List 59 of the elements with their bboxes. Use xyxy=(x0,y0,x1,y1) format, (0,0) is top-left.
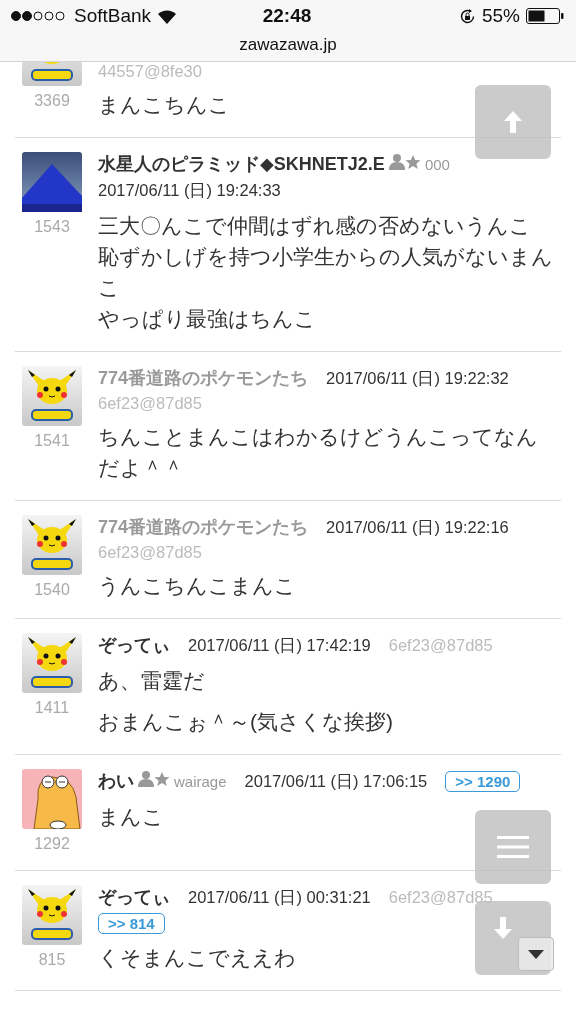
post-number[interactable]: 1541 xyxy=(34,432,70,450)
battery-icon xyxy=(526,8,564,24)
character-avatar xyxy=(22,633,82,693)
poster-name: ぞってぃ xyxy=(98,886,170,909)
post-number[interactable]: 1543 xyxy=(34,218,70,236)
user-handle: 000 xyxy=(424,156,450,173)
poster-name: 774番道路のポケモンたち xyxy=(98,367,309,390)
user-handle: wairage xyxy=(174,773,227,790)
caret-icon xyxy=(528,949,544,959)
cartoon-avatar xyxy=(22,769,82,829)
character-avatar xyxy=(22,885,82,945)
poster-id: 6ef23@87d85 xyxy=(98,394,202,413)
poster-name: わい xyxy=(98,770,134,793)
menu-icon xyxy=(497,836,529,858)
post-text: ちんことまんこはわかるけどうんこってなんだよ＾＾ xyxy=(98,424,539,481)
arrow-up-icon xyxy=(504,111,522,133)
dropdown-button[interactable] xyxy=(518,937,554,971)
poster-id: 6ef23@87d85 xyxy=(98,543,202,562)
post-number[interactable]: 1292 xyxy=(34,835,70,853)
signal-icon xyxy=(10,10,68,22)
post-text: おまんこぉ＾～(気さくな挨拶) xyxy=(98,709,393,735)
post-text: まんこ xyxy=(98,804,164,830)
reply-link[interactable]: >> 814 xyxy=(98,913,165,934)
poster-id: 6ef23@87d85 xyxy=(388,636,493,655)
character-avatar xyxy=(22,366,82,426)
wifi-icon xyxy=(157,8,178,24)
arrow-down-icon xyxy=(494,917,512,939)
rotation-lock-icon xyxy=(459,7,476,25)
poster-name: 774番道路のポケモンたち xyxy=(98,516,309,539)
reply-link[interactable]: >> 1290 xyxy=(445,771,521,792)
post-text: やっぱり最強はちんこ xyxy=(98,306,316,332)
post-text: うんこちんこまんこ xyxy=(98,573,296,599)
poster-name: 水星人のピラミッド◆SKHNETJ2.E xyxy=(98,153,385,176)
post-date: 2017/06/11 (日) 19:22:16 xyxy=(326,517,509,538)
post-date: 2017/06/11 (日) 00:31:21 xyxy=(188,887,371,908)
menu-button[interactable] xyxy=(475,810,551,884)
address-bar-url[interactable]: zawazawa.jp xyxy=(0,32,576,58)
post-text: 恥ずかしげを持つ小学生からの人気がないまんこ xyxy=(98,244,554,301)
battery-percent: 55% xyxy=(482,5,520,27)
post-text: 三大〇んこで仲間はずれ感の否めないうんこ xyxy=(98,213,531,239)
photo-placeholder xyxy=(22,152,82,212)
poster-id: 44557@8fe30 xyxy=(98,62,202,81)
poster-id: 6ef23@87d85 xyxy=(388,888,493,907)
post-date: 2017/06/11 (日) 19:22:32 xyxy=(326,368,509,389)
scroll-up-button[interactable] xyxy=(475,85,551,159)
post-date: 2017/06/11 (日) 17:06:15 xyxy=(244,771,428,792)
post-text: まんこちんこ xyxy=(98,92,230,118)
clock-time: 22:48 xyxy=(262,5,312,27)
post-date: 2017/06/11 (日) 19:24:33 xyxy=(98,180,281,201)
poster-name: ぞってぃ xyxy=(98,634,170,657)
post-number[interactable]: 3369 xyxy=(34,92,70,110)
post-text: くそまんこでええわ xyxy=(98,945,296,971)
post-number[interactable]: 1540 xyxy=(34,581,70,599)
character-avatar xyxy=(22,515,82,575)
post-number[interactable]: 815 xyxy=(38,951,66,969)
post-date: 2017/06/11 (日) 17:42:19 xyxy=(188,635,371,656)
post-text: あ、雷霆だ xyxy=(98,668,205,694)
carrier-name: SoftBank xyxy=(74,5,152,27)
post-number[interactable]: 1411 xyxy=(34,699,70,717)
